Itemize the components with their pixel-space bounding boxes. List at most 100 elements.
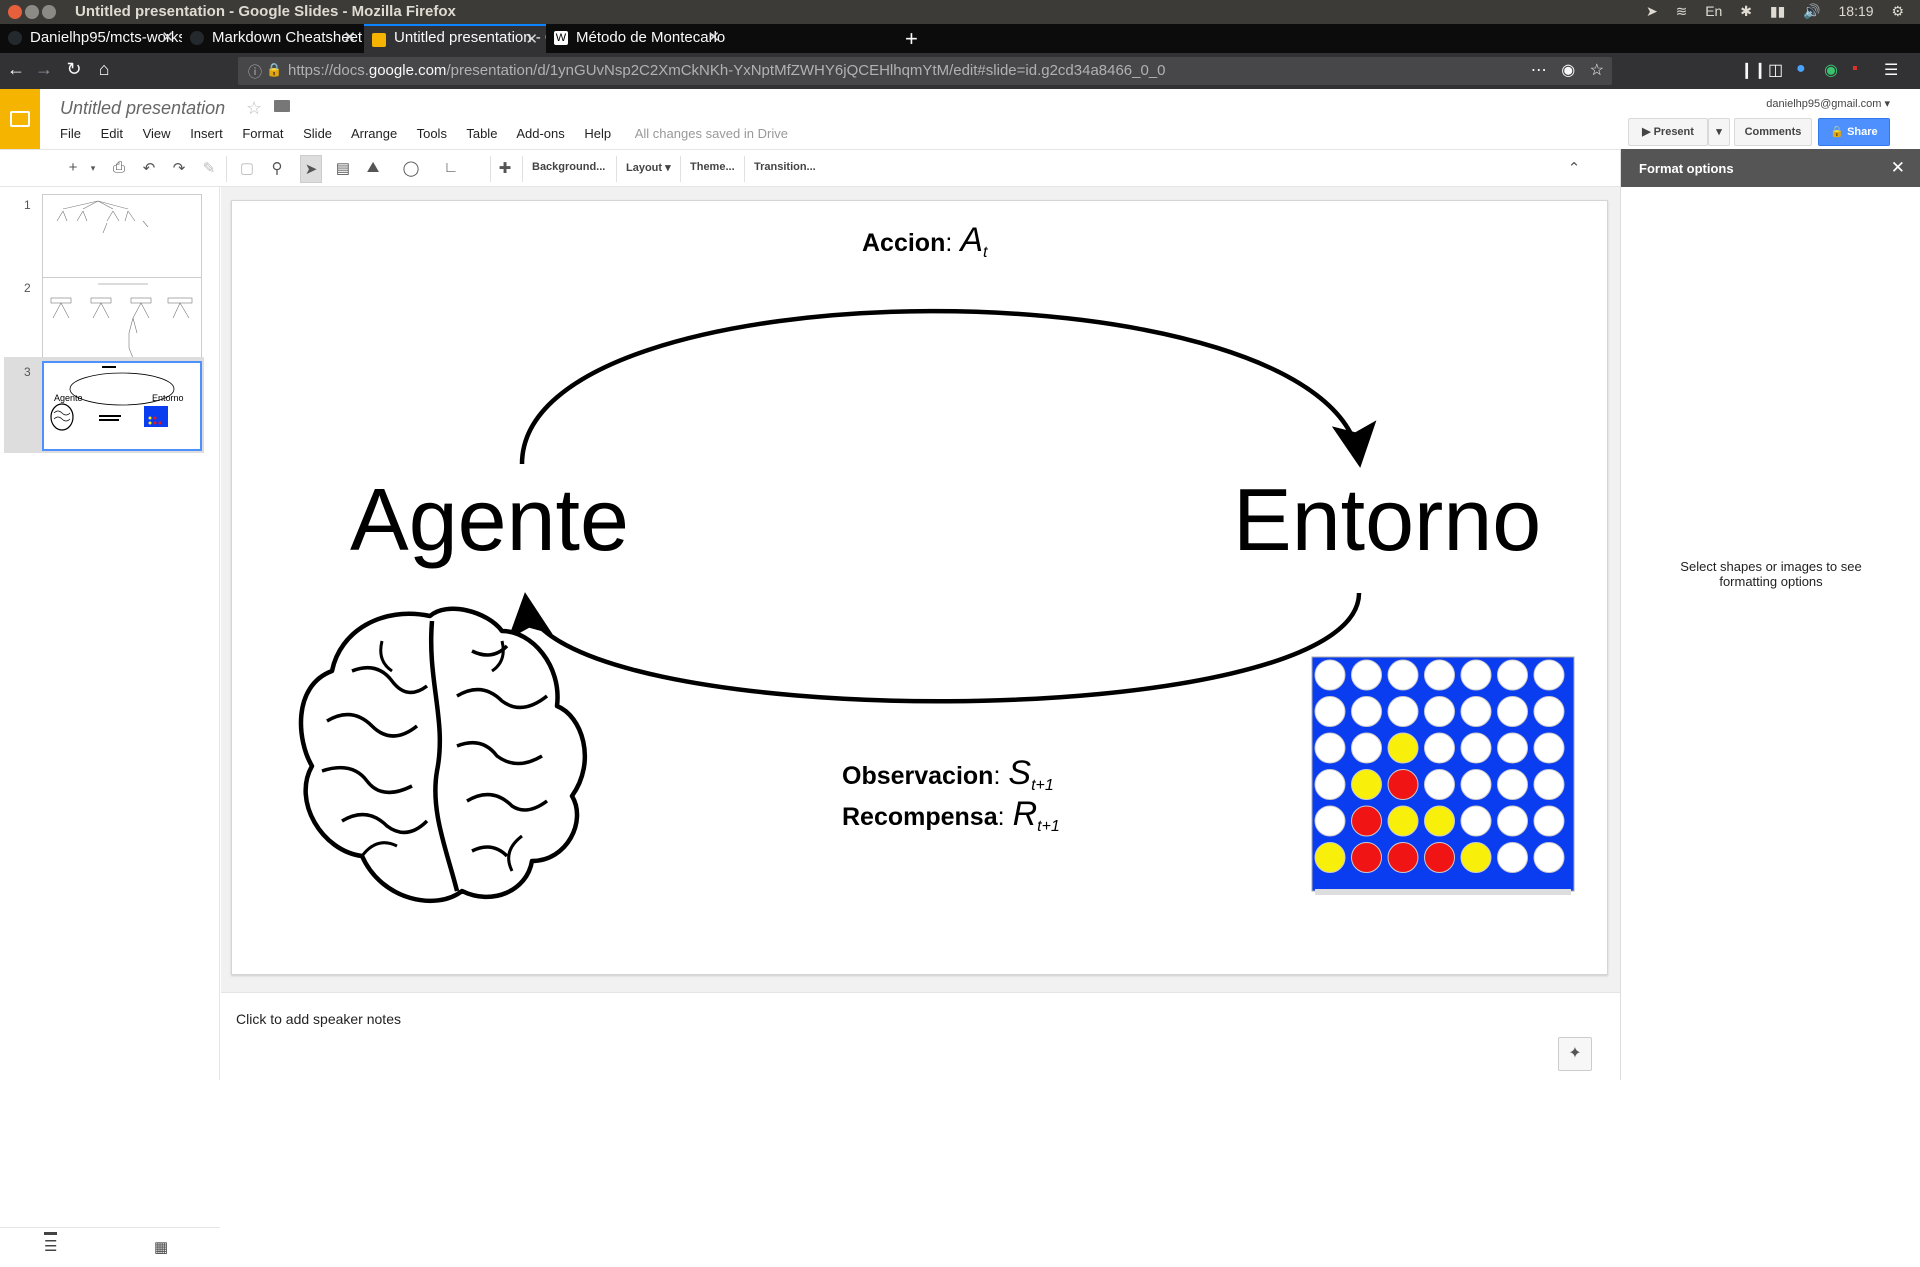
system-tray: ➤ ≋ En ✱ ▮▮ 🔊 18:19 ⚙ bbox=[1632, 3, 1904, 20]
window-minimize-button[interactable] bbox=[25, 5, 39, 19]
share-button[interactable]: 🔒 Share bbox=[1818, 118, 1890, 146]
telegram-icon[interactable]: ➤ bbox=[1646, 3, 1658, 19]
bookmark-star-icon[interactable]: ☆ bbox=[1590, 62, 1604, 79]
paint-format-icon[interactable]: ✎ bbox=[198, 159, 220, 177]
keyboard-layout[interactable]: En bbox=[1705, 3, 1722, 19]
browser-tab[interactable]: W Método de Montecarlo - ✕ bbox=[546, 24, 728, 53]
slide-thumbnail-row[interactable]: 1 bbox=[4, 190, 204, 286]
agent-label[interactable]: Agente bbox=[350, 469, 629, 571]
browser-tab[interactable]: Markdown Cheatsheet · ✕ bbox=[182, 24, 364, 53]
ublock-icon[interactable]: ▪ bbox=[1852, 60, 1858, 78]
slide-thumbnail-row-selected[interactable]: 3 Agente Entorno bbox=[4, 357, 204, 453]
redo-icon[interactable]: ↷ bbox=[168, 159, 190, 177]
browser-tab-active[interactable]: Untitled presentation - G ✕ bbox=[364, 24, 546, 53]
url-text[interactable]: https://docs.google.com/presentation/d/1… bbox=[288, 62, 1166, 79]
zoom-fit-icon[interactable]: ▢ bbox=[236, 159, 258, 177]
slide[interactable]: Agente Entorno Accion: At Observacion: St+… bbox=[231, 200, 1608, 975]
lock-icon[interactable]: 🔒 bbox=[266, 62, 282, 78]
menu-tools[interactable]: Tools bbox=[417, 126, 447, 141]
slide-thumbnail-row[interactable]: 2 bbox=[4, 273, 204, 369]
menu-view[interactable]: View bbox=[143, 126, 171, 141]
menu-table[interactable]: Table bbox=[466, 126, 497, 141]
close-tab-icon[interactable]: ✕ bbox=[707, 28, 720, 46]
sidebar-icon[interactable]: ◫ bbox=[1768, 60, 1783, 80]
connect-four-board-icon[interactable] bbox=[1311, 656, 1575, 895]
folder-icon[interactable] bbox=[274, 100, 290, 112]
text-box-icon[interactable]: ▤ bbox=[332, 159, 354, 177]
action-arrow[interactable] bbox=[519, 308, 1377, 468]
list-view-icon[interactable]: ☰ bbox=[44, 1232, 58, 1255]
menu-format[interactable]: Format bbox=[242, 126, 283, 141]
undo-icon[interactable]: ↶ bbox=[138, 159, 160, 177]
present-button[interactable]: ▶ Present bbox=[1628, 118, 1708, 146]
menu-icon[interactable]: ☰ bbox=[1884, 60, 1898, 80]
battery-icon[interactable]: ▮▮ bbox=[1770, 3, 1785, 19]
menu-insert[interactable]: Insert bbox=[190, 126, 223, 141]
zoom-icon[interactable]: ⚲ bbox=[266, 159, 288, 177]
menu-file[interactable]: File bbox=[60, 126, 81, 141]
close-tab-icon[interactable]: ✕ bbox=[161, 28, 174, 46]
observation-arrow[interactable] bbox=[508, 592, 1362, 704]
observation-label[interactable]: Observacion: St+1 bbox=[842, 754, 1054, 795]
collapse-toolbar-icon[interactable]: ⌃ bbox=[1563, 159, 1585, 177]
volume-icon[interactable]: 🔊 bbox=[1803, 3, 1820, 19]
menu-slide[interactable]: Slide bbox=[303, 126, 332, 141]
url-bar[interactable]: ⓘ 🔒 https://docs.google.com/presentation… bbox=[238, 57, 1612, 85]
close-tab-icon[interactable]: ✕ bbox=[525, 30, 538, 48]
environment-label[interactable]: Entorno bbox=[1233, 469, 1541, 571]
info-icon[interactable]: ⓘ bbox=[248, 62, 262, 82]
theme-button[interactable]: Theme... bbox=[690, 161, 735, 173]
explore-icon[interactable]: ✦ bbox=[1558, 1037, 1592, 1071]
extension-icon[interactable]: ◉ bbox=[1824, 60, 1838, 80]
library-icon[interactable]: ❙❙ bbox=[1740, 60, 1767, 80]
browser-tab[interactable]: Danielhp95/mcts-works ✕ bbox=[0, 24, 182, 53]
menu-add-ons[interactable]: Add-ons bbox=[516, 126, 564, 141]
clock[interactable]: 18:19 bbox=[1839, 3, 1874, 19]
reward-label[interactable]: Recompensa: Rt+1 bbox=[842, 795, 1060, 836]
layout-button[interactable]: Layout ▾ bbox=[626, 161, 671, 174]
settings-gear-icon[interactable]: ⚙ bbox=[1891, 3, 1904, 19]
add-comment-icon[interactable]: ✚ bbox=[494, 159, 516, 177]
document-title[interactable]: Untitled presentation bbox=[60, 98, 225, 119]
account-menu[interactable]: danielhp95@gmail.com ▾ bbox=[1766, 97, 1890, 110]
new-slide-icon[interactable]: + bbox=[62, 159, 84, 176]
image-icon[interactable]: ⛰ bbox=[362, 159, 384, 176]
print-icon[interactable]: ⎙ bbox=[108, 159, 130, 176]
reload-icon[interactable]: ↻ bbox=[62, 59, 86, 80]
save-status[interactable]: All changes saved in Drive bbox=[635, 126, 788, 141]
empty-slot bbox=[1351, 659, 1382, 691]
new-tab-button[interactable]: + bbox=[905, 24, 918, 53]
home-icon[interactable]: ⌂ bbox=[92, 59, 116, 80]
new-slide-dropdown-icon[interactable]: ▾ bbox=[82, 163, 104, 174]
action-label[interactable]: Accion: At bbox=[862, 221, 987, 262]
slide-thumbnail[interactable] bbox=[42, 194, 202, 284]
forward-icon[interactable]: → bbox=[32, 59, 56, 80]
select-tool-icon[interactable]: ➤ bbox=[300, 155, 322, 183]
slide-thumbnail[interactable] bbox=[42, 277, 202, 367]
bluetooth-icon[interactable]: ✱ bbox=[1740, 3, 1752, 19]
menu-edit[interactable]: Edit bbox=[101, 126, 123, 141]
comments-button[interactable]: Comments bbox=[1734, 118, 1812, 146]
background-button[interactable]: Background... bbox=[532, 161, 605, 173]
menu-arrange[interactable]: Arrange bbox=[351, 126, 397, 141]
window-close-button[interactable] bbox=[8, 5, 22, 19]
pocket-icon[interactable]: ◉ bbox=[1561, 62, 1575, 79]
shape-icon[interactable]: ◯ bbox=[400, 159, 422, 177]
grid-view-icon[interactable]: ▦ bbox=[154, 1238, 168, 1256]
extension-icon[interactable]: ● bbox=[1796, 60, 1806, 78]
back-icon[interactable]: ← bbox=[4, 59, 28, 80]
menu-help[interactable]: Help bbox=[584, 126, 611, 141]
close-tab-icon[interactable]: ✕ bbox=[343, 28, 356, 46]
window-maximize-button[interactable] bbox=[42, 5, 56, 19]
close-icon[interactable]: ✕ bbox=[1891, 158, 1905, 178]
line-icon[interactable]: ∟ bbox=[440, 159, 462, 176]
present-dropdown-icon[interactable]: ▾ bbox=[1708, 118, 1730, 146]
brain-icon[interactable] bbox=[298, 606, 588, 904]
star-icon[interactable]: ☆ bbox=[246, 98, 262, 119]
wifi-icon[interactable]: ≋ bbox=[1676, 3, 1688, 19]
speaker-notes-input[interactable]: Click to add speaker notes bbox=[236, 1011, 401, 1027]
slide-thumbnail-current[interactable]: Agente Entorno bbox=[42, 361, 202, 451]
page-actions-icon[interactable]: ⋯ bbox=[1531, 62, 1547, 79]
slides-logo-icon[interactable] bbox=[0, 89, 40, 149]
transition-button[interactable]: Transition... bbox=[754, 161, 816, 173]
